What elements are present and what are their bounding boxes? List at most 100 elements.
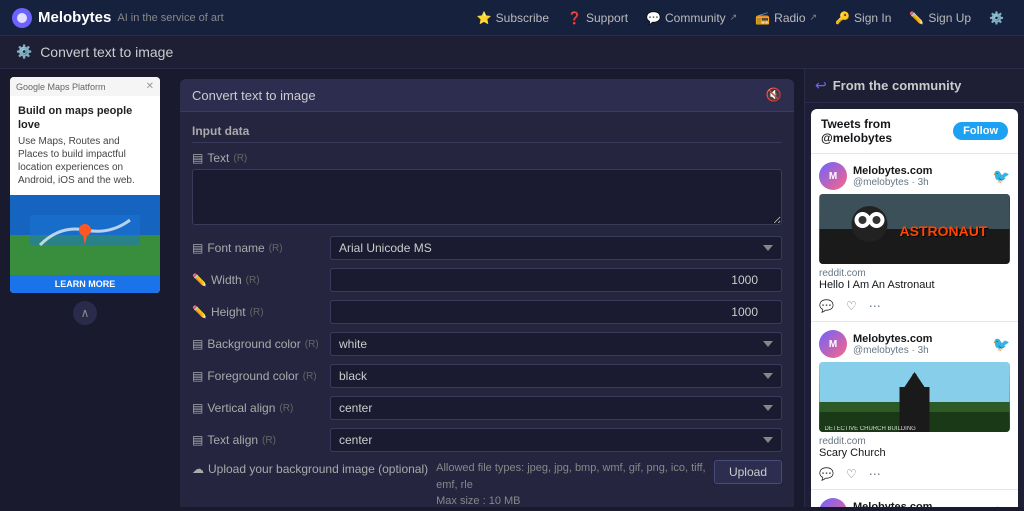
tweet-1-avatar: M [819,162,847,190]
width-label: ✏️ Width (R) [192,273,322,287]
ad-map-visual [10,195,160,275]
nav-links: ⭐ Subscribe ❓ Support 💬 Community ↗ 📻 Ra… [469,7,1012,29]
tweet-1-avatar-img: M [819,162,847,190]
community-header: ↩ From the community [805,69,1024,103]
ad-content: Build on maps people love Use Maps, Rout… [10,96,160,195]
tweet-2-avatar-img: M [819,330,847,358]
community-arrow-icon: ↩ [815,77,827,94]
tweet-2-img-visual: DETECTIVE CHURCH BUILDING [819,362,1010,432]
nav-community[interactable]: 💬 Community ↗ [638,7,745,29]
tool-card: Convert text to image 🔇 Input data ▤ Tex… [180,79,794,507]
valign-label: ▤ Vertical align (R) [192,401,322,415]
tweet-2-like-icon[interactable]: ♡ [846,467,857,481]
upload-row: ☁ Upload your background image (optional… [192,460,782,507]
scroll-up-button[interactable]: ∧ [73,301,97,325]
external-link-icon: ↗ [730,12,738,23]
tweet-2-source: reddit.com [819,436,1010,447]
twitter-widget: Tweets from @melobytes Follow M Melobyte… [811,109,1018,507]
community-icon: 💬 [646,11,661,25]
breadcrumb-icon: ⚙️ [16,44,32,60]
tweet-1-reply-icon[interactable]: 💬 [819,299,834,313]
tweet-3-name: Melobytes.com [853,501,987,508]
talign-label: ▤ Text align (R) [192,433,322,447]
ad-title: Build on maps people love [18,104,152,133]
ad-image [10,195,160,275]
font-name-select[interactable]: Arial Unicode MS Arial Times New Roman C… [330,236,782,260]
height-label: ✏️ Height (R) [192,305,322,319]
nav-radio[interactable]: 📻 Radio ↗ [747,7,825,29]
tweet-2-handle: @melobytes · 3h [853,345,987,356]
ad-subtitle: Use Maps, Routes and Places to build imp… [18,135,152,187]
main-layout: Google Maps Platform ✕ Build on maps peo… [0,69,1024,507]
tweet-1-like-icon[interactable]: ♡ [846,299,857,313]
tweet-2: M Melobytes.com @melobytes · 3h 🐦 [811,322,1018,490]
left-panel: Google Maps Platform ✕ Build on maps peo… [0,69,170,507]
text-hint: (R) [233,153,247,164]
support-icon: ❓ [567,11,582,25]
width-icon: ✏️ [192,273,207,287]
text-input[interactable] [192,169,782,225]
nav-signin[interactable]: 🔑 Sign In [827,7,899,29]
tool-card-title: Convert text to image [192,88,316,103]
tweet-2-name: Melobytes.com [853,333,987,345]
tweet-1-info: Melobytes.com @melobytes · 3h [853,165,987,188]
talign-select[interactable]: center left right [330,428,782,452]
tweet-1-source: reddit.com [819,268,1010,279]
center-panel: Convert text to image 🔇 Input data ▤ Tex… [170,69,804,507]
textarea-icon: ▤ [192,151,203,165]
tweet-1-handle: @melobytes · 3h [853,177,987,188]
tweet-1-image: ASTRONAUT [819,194,1010,264]
font-name-row: ▤ Font name (R) Arial Unicode MS Arial T… [192,236,782,260]
follow-button[interactable]: Follow [953,122,1008,140]
brand-name: Melobytes [38,9,111,26]
nav-support[interactable]: ❓ Support [559,7,636,29]
ad-cta-button[interactable]: LEARN MORE [10,275,160,293]
talign-icon: ▤ [192,433,203,447]
ad-header: Google Maps Platform ✕ [10,77,160,96]
tweet-2-content: Scary Church [819,447,1010,459]
upload-info: Allowed file types: jpeg, jpg, bmp, wmf,… [436,460,706,507]
valign-icon: ▤ [192,401,203,415]
tweet-2-reply-icon[interactable]: 💬 [819,467,834,481]
upload-icon: ☁ [192,462,204,476]
height-row: ✏️ Height (R) [192,300,782,324]
svg-text:ASTRONAUT: ASTRONAUT [900,223,988,239]
tweet-1-more-icon[interactable]: ⋯ [869,299,881,313]
height-input[interactable] [330,300,782,324]
nav-subscribe[interactable]: ⭐ Subscribe [469,7,557,29]
bg-color-row: ▤ Background color (R) white black red b… [192,332,782,356]
tweet-1-name: Melobytes.com [853,165,987,177]
brand-logo-icon [12,8,32,28]
ad-close-icon[interactable]: ✕ [146,81,154,92]
twitter-bird-icon-3: 🐦 [993,504,1010,508]
upload-allowed-text: Allowed file types: jpeg, jpg, bmp, wmf,… [436,460,706,493]
nav-signup[interactable]: ✏️ Sign Up [901,7,979,29]
valign-row: ▤ Vertical align (R) center top bottom [192,396,782,420]
fg-color-select[interactable]: black white red blue green [330,364,782,388]
mute-icon[interactable]: 🔇 [766,87,782,103]
width-row: ✏️ Width (R) [192,268,782,292]
fg-color-icon: ▤ [192,369,203,383]
text-label: ▤ Text (R) [192,151,782,165]
valign-select[interactable]: center top bottom [330,396,782,420]
tool-card-header: Convert text to image 🔇 [180,79,794,112]
nav-settings[interactable]: ⚙️ [981,7,1012,29]
tweet-3-info: Melobytes.com @melobytes · 3h [853,501,987,508]
upload-button[interactable]: Upload [714,460,782,484]
tweet-2-more-icon[interactable]: ⋯ [869,467,881,481]
community-title: From the community [833,78,962,93]
bg-color-icon: ▤ [192,337,203,351]
bg-color-label: ▤ Background color (R) [192,337,322,351]
brand: Melobytes AI in the service of art [12,8,224,28]
tweet-3-avatar-img: M [819,498,847,507]
breadcrumb-title: Convert text to image [40,44,173,60]
navbar: Melobytes AI in the service of art ⭐ Sub… [0,0,1024,36]
tweet-2-info: Melobytes.com @melobytes · 3h [853,333,987,356]
breadcrumb-bar: ⚙️ Convert text to image [0,36,1024,69]
right-panel: ↩ From the community Tweets from @meloby… [804,69,1024,507]
width-input[interactable] [330,268,782,292]
bg-color-select[interactable]: white black red blue green yellow transp… [330,332,782,356]
twitter-bird-icon-1: 🐦 [993,168,1010,185]
tweet-2-user: M Melobytes.com @melobytes · 3h 🐦 [819,330,1010,358]
twitter-header: Tweets from @melobytes Follow [811,109,1018,154]
